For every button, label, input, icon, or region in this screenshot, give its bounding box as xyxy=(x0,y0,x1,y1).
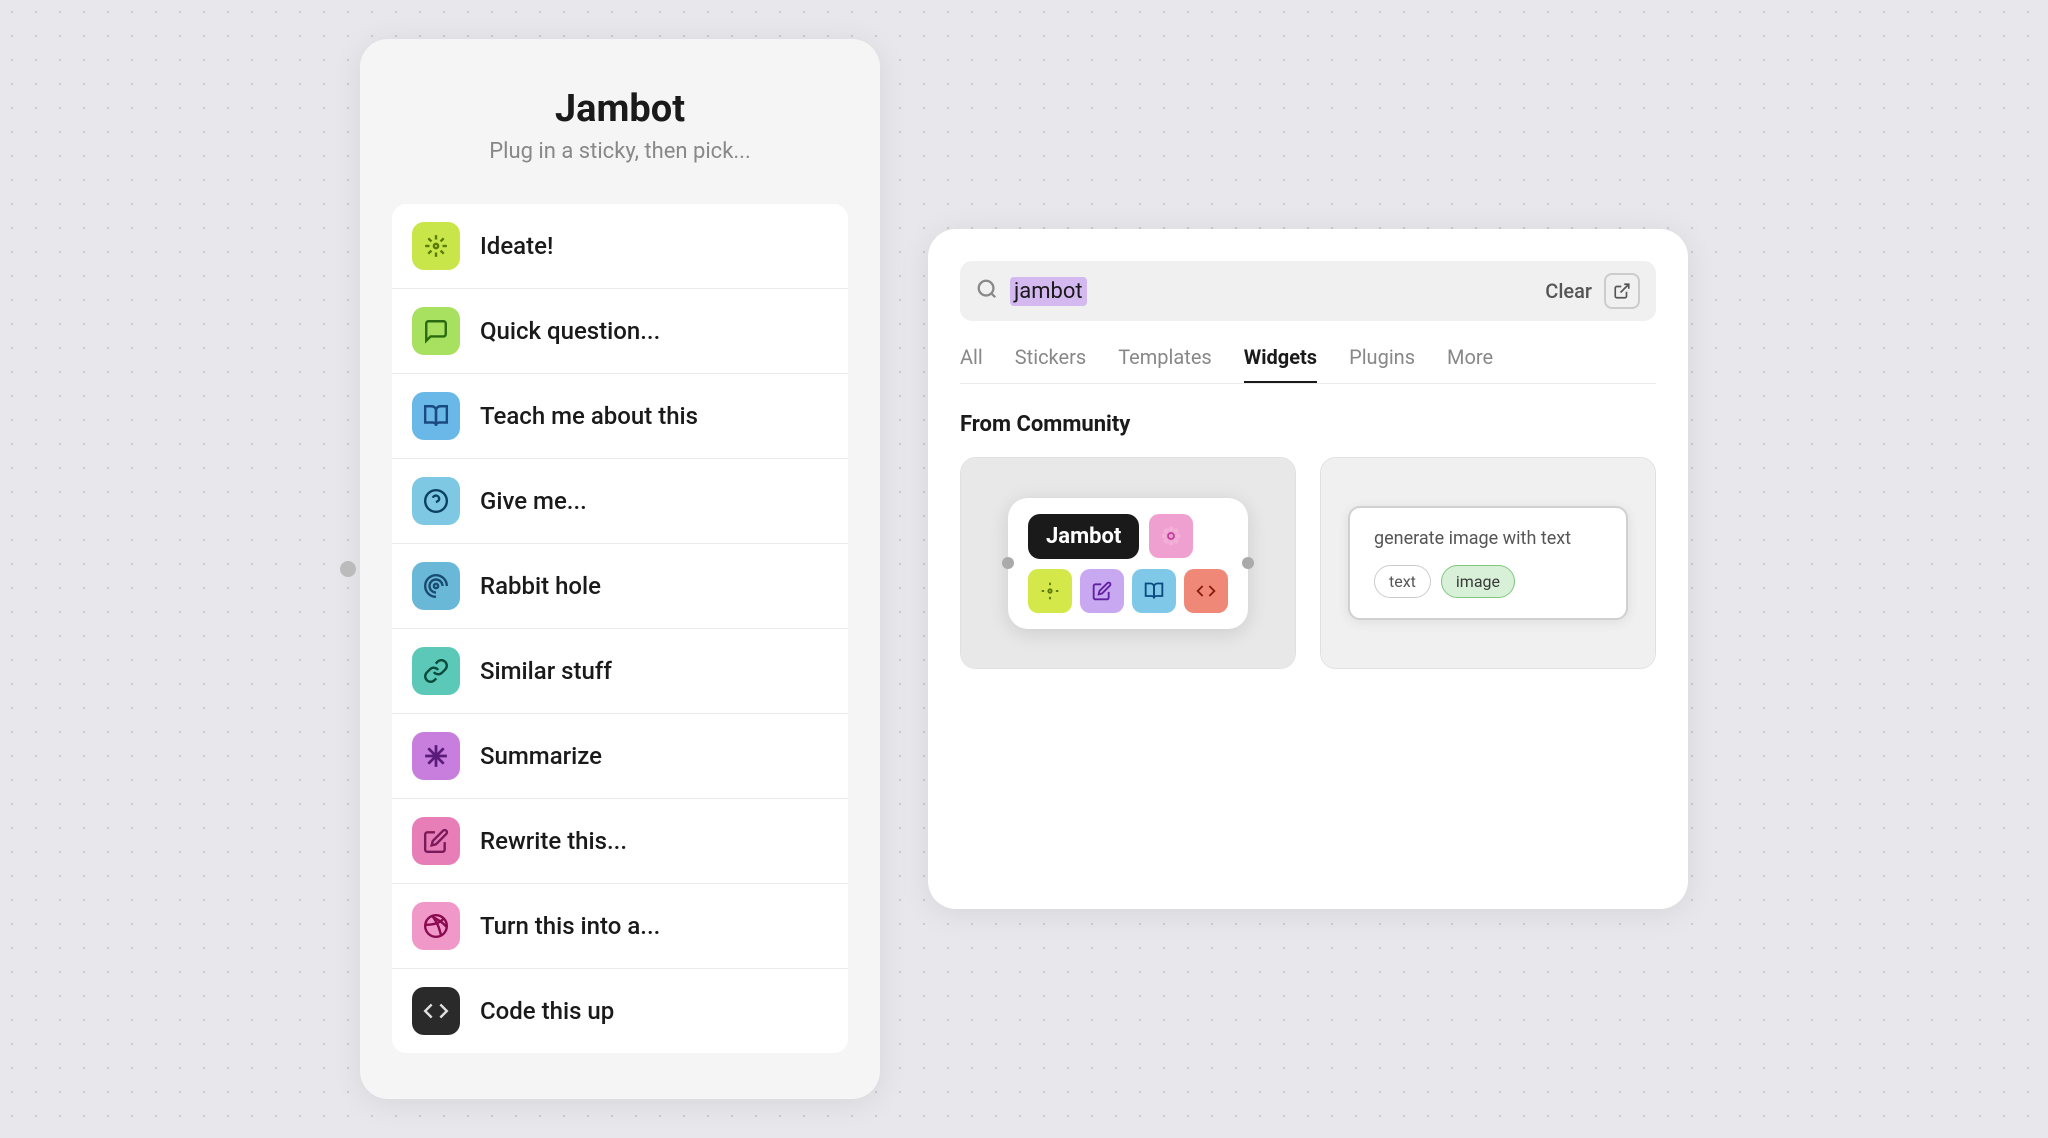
menu-item-code-this-up[interactable]: Code this up xyxy=(392,969,848,1053)
imagejam-card-footer: Image Jam › By Steven Tsao xyxy=(1321,668,1655,669)
jambot-mini-icon-4 xyxy=(1184,569,1228,613)
widget-cards: Jambot xyxy=(960,457,1656,669)
menu-item-ideate[interactable]: Ideate! xyxy=(392,204,848,289)
rewrite-label: Rewrite this... xyxy=(480,827,627,855)
section-title: From Community xyxy=(960,412,1656,437)
imagejam-preview-title: generate image with text xyxy=(1374,528,1602,549)
jambot-mini-icon-1 xyxy=(1028,569,1072,613)
imagejam-card-preview: generate image with text text image xyxy=(1321,458,1655,668)
menu-item-summarize[interactable]: Summarize xyxy=(392,714,848,799)
ideate-label: Ideate! xyxy=(480,232,553,260)
tab-more[interactable]: More xyxy=(1447,345,1493,383)
search-input[interactable]: jambot xyxy=(1010,279,1533,304)
turn-this-into-label: Turn this into a... xyxy=(480,912,660,940)
search-bar: jambot Clear xyxy=(960,261,1656,321)
scroll-indicator xyxy=(340,561,356,577)
code-this-up-label: Code this up xyxy=(480,997,614,1025)
search-icon xyxy=(976,278,998,305)
tab-widgets[interactable]: Widgets xyxy=(1244,345,1317,383)
image-tag: image xyxy=(1441,565,1515,598)
tab-plugins[interactable]: Plugins xyxy=(1349,345,1415,383)
tab-stickers[interactable]: Stickers xyxy=(1015,345,1086,383)
menu-item-rewrite-this[interactable]: Rewrite this... xyxy=(392,799,848,884)
jambot-panel: Jambot Plug in a sticky, then pick... Id… xyxy=(360,39,880,1099)
jambot-widget-preview: Jambot xyxy=(1008,498,1248,629)
turn-this-into-icon xyxy=(412,902,460,950)
summarize-icon xyxy=(412,732,460,780)
give-me-icon xyxy=(412,477,460,525)
jambot-badge: Jambot xyxy=(1028,514,1139,559)
menu-item-quick-question[interactable]: Quick question... xyxy=(392,289,848,374)
menu-item-rabbit-hole[interactable]: Rabbit hole xyxy=(392,544,848,629)
jambot-card[interactable]: Jambot xyxy=(960,457,1296,669)
jambot-card-preview: Jambot xyxy=(961,458,1295,668)
menu-item-turn-this-into[interactable]: Turn this into a... xyxy=(392,884,848,969)
text-tag: text xyxy=(1374,565,1431,598)
quick-question-icon xyxy=(412,307,460,355)
similar-stuff-label: Similar stuff xyxy=(480,657,612,685)
quick-question-label: Quick question... xyxy=(480,317,660,345)
menu-item-teach-me[interactable]: Teach me about this xyxy=(392,374,848,459)
similar-stuff-icon xyxy=(412,647,460,695)
search-query: jambot xyxy=(1010,277,1087,306)
connector-right xyxy=(1242,557,1254,569)
clear-button[interactable]: Clear xyxy=(1545,279,1592,303)
panel-subtitle: Plug in a sticky, then pick... xyxy=(489,139,751,164)
tab-all[interactable]: All xyxy=(960,345,983,383)
menu-list: Ideate! Quick question... Teach me about… xyxy=(392,204,848,1053)
connector-left xyxy=(1002,557,1014,569)
give-me-label: Give me... xyxy=(480,487,587,515)
imagejam-widget-preview: generate image with text text image xyxy=(1348,506,1628,620)
code-this-up-icon xyxy=(412,987,460,1035)
search-panel: jambot Clear All Stickers Templates Widg… xyxy=(928,229,1688,909)
menu-item-similar-stuff[interactable]: Similar stuff xyxy=(392,629,848,714)
filter-tabs: All Stickers Templates Widgets Plugins M… xyxy=(960,345,1656,384)
rabbit-hole-label: Rabbit hole xyxy=(480,572,601,600)
rewrite-icon xyxy=(412,817,460,865)
rabbit-hole-icon xyxy=(412,562,460,610)
teach-me-icon xyxy=(412,392,460,440)
imagejam-tags: text image xyxy=(1374,565,1602,598)
menu-item-give-me[interactable]: Give me... xyxy=(392,459,848,544)
jambot-mini-icon-3 xyxy=(1132,569,1176,613)
jambot-flower-icon xyxy=(1149,514,1193,558)
jambot-card-footer: Jambot › By Figma xyxy=(961,668,1295,669)
jambot-mini-icon-2 xyxy=(1080,569,1124,613)
ideate-icon xyxy=(412,222,460,270)
external-link-icon[interactable] xyxy=(1604,273,1640,309)
summarize-label: Summarize xyxy=(480,742,602,770)
tab-templates[interactable]: Templates xyxy=(1118,345,1212,383)
teach-me-label: Teach me about this xyxy=(480,402,698,430)
imagejam-card[interactable]: generate image with text text image Imag… xyxy=(1320,457,1656,669)
panel-title: Jambot xyxy=(555,87,685,131)
